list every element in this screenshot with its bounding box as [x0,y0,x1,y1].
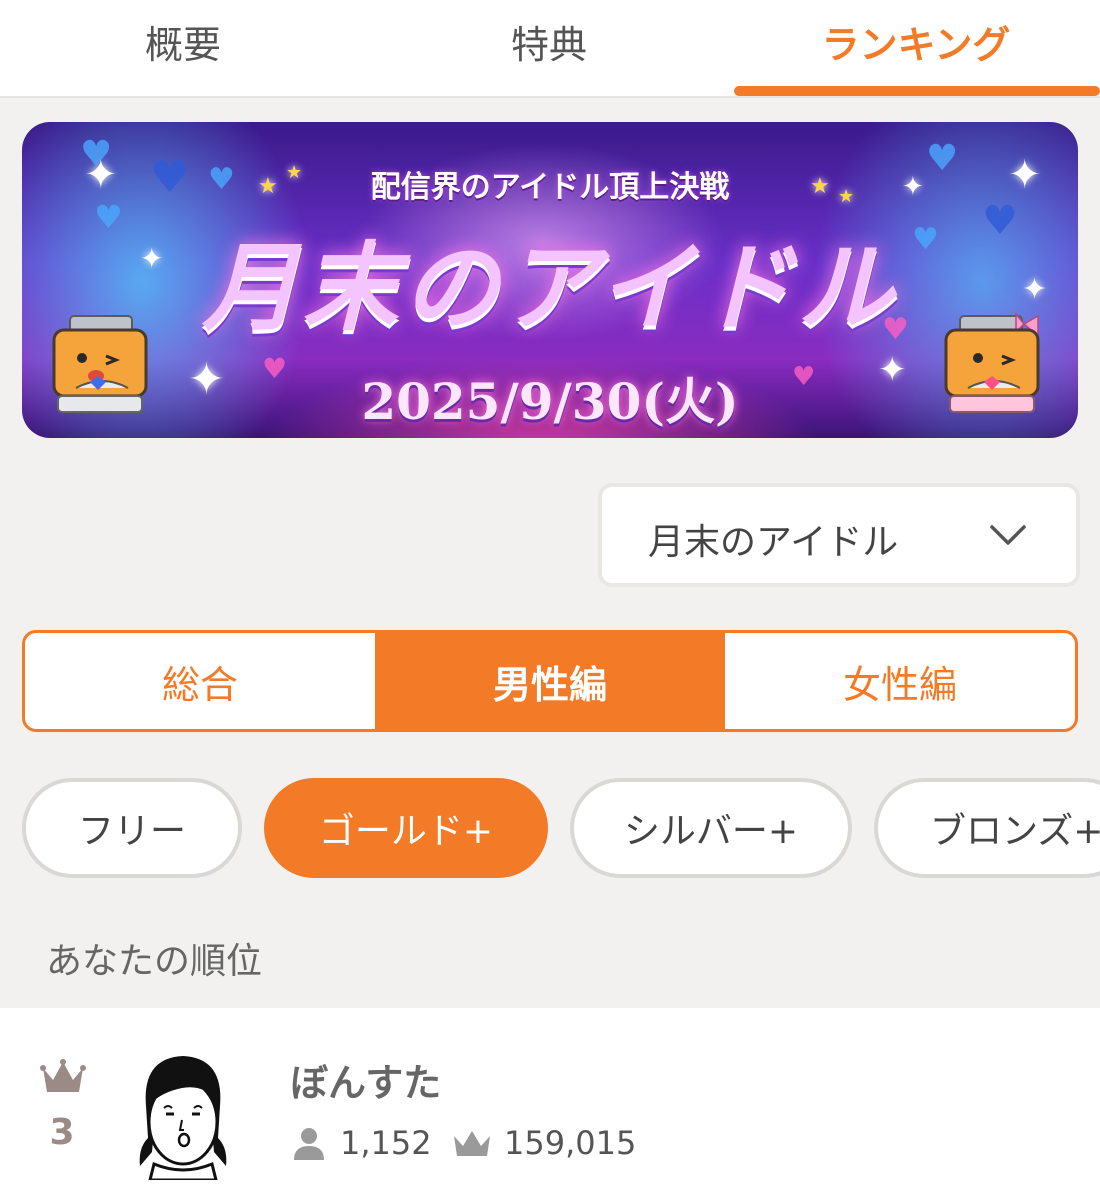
crown-icon [40,1059,86,1092]
your-rank-row[interactable]: 3 ぼんすた 1,152 159,015 [0,1008,1100,1200]
event-select-dropdown[interactable]: 月末のアイドル [602,487,1076,583]
tab-overview[interactable]: 概要 [0,0,366,96]
mascot-left-icon [52,315,148,413]
follower-count: 1,152 [340,1124,432,1162]
top-tab-bar: 概要 特典 ランキング [0,0,1100,98]
person-icon [294,1128,324,1160]
point-count: 159,015 [504,1124,637,1162]
tier-pill-bronze[interactable]: ブロンズ+ [874,778,1100,878]
crown-icon [454,1131,490,1156]
tab-benefits[interactable]: 特典 [366,0,732,96]
user-name: ぼんすた [290,1061,442,1105]
tier-pill-silver[interactable]: シルバー+ [570,778,852,878]
tab-ranking[interactable]: ランキング [732,0,1100,96]
banner-subtitle: 配信界のアイドル頂上決戦 [370,170,730,205]
segment-overall[interactable]: 総合 [25,633,375,729]
banner-date: 2025/9/30(火) [361,372,739,431]
chevron-down-icon [990,525,1026,545]
segment-female[interactable]: 女性編 [725,633,1075,729]
segment-male[interactable]: 男性編 [375,633,725,729]
tier-pill-gold[interactable]: ゴールド+ [264,778,548,878]
gender-segmented-control: 総合 男性編 女性編 [22,630,1078,732]
avatar[interactable] [132,1048,234,1180]
your-rank-heading: あなたの順位 [46,941,263,982]
event-banner[interactable]: ✦ ✦ ✦ ✦ ✦ ✦ ✦ ✦ ★ ★ ★ ★ ♥ ♥ ♥ ♥ ♥ ♥ ♥ ♥ … [22,122,1078,438]
rank-number: 3 [49,1112,75,1153]
dropdown-selected-value: 月末のアイドル [648,522,899,563]
banner-title: 月末のアイドル [202,231,898,344]
mascot-right-icon [944,311,1040,413]
active-tab-indicator [734,86,1100,96]
tier-pill-free[interactable]: フリー [22,778,242,878]
